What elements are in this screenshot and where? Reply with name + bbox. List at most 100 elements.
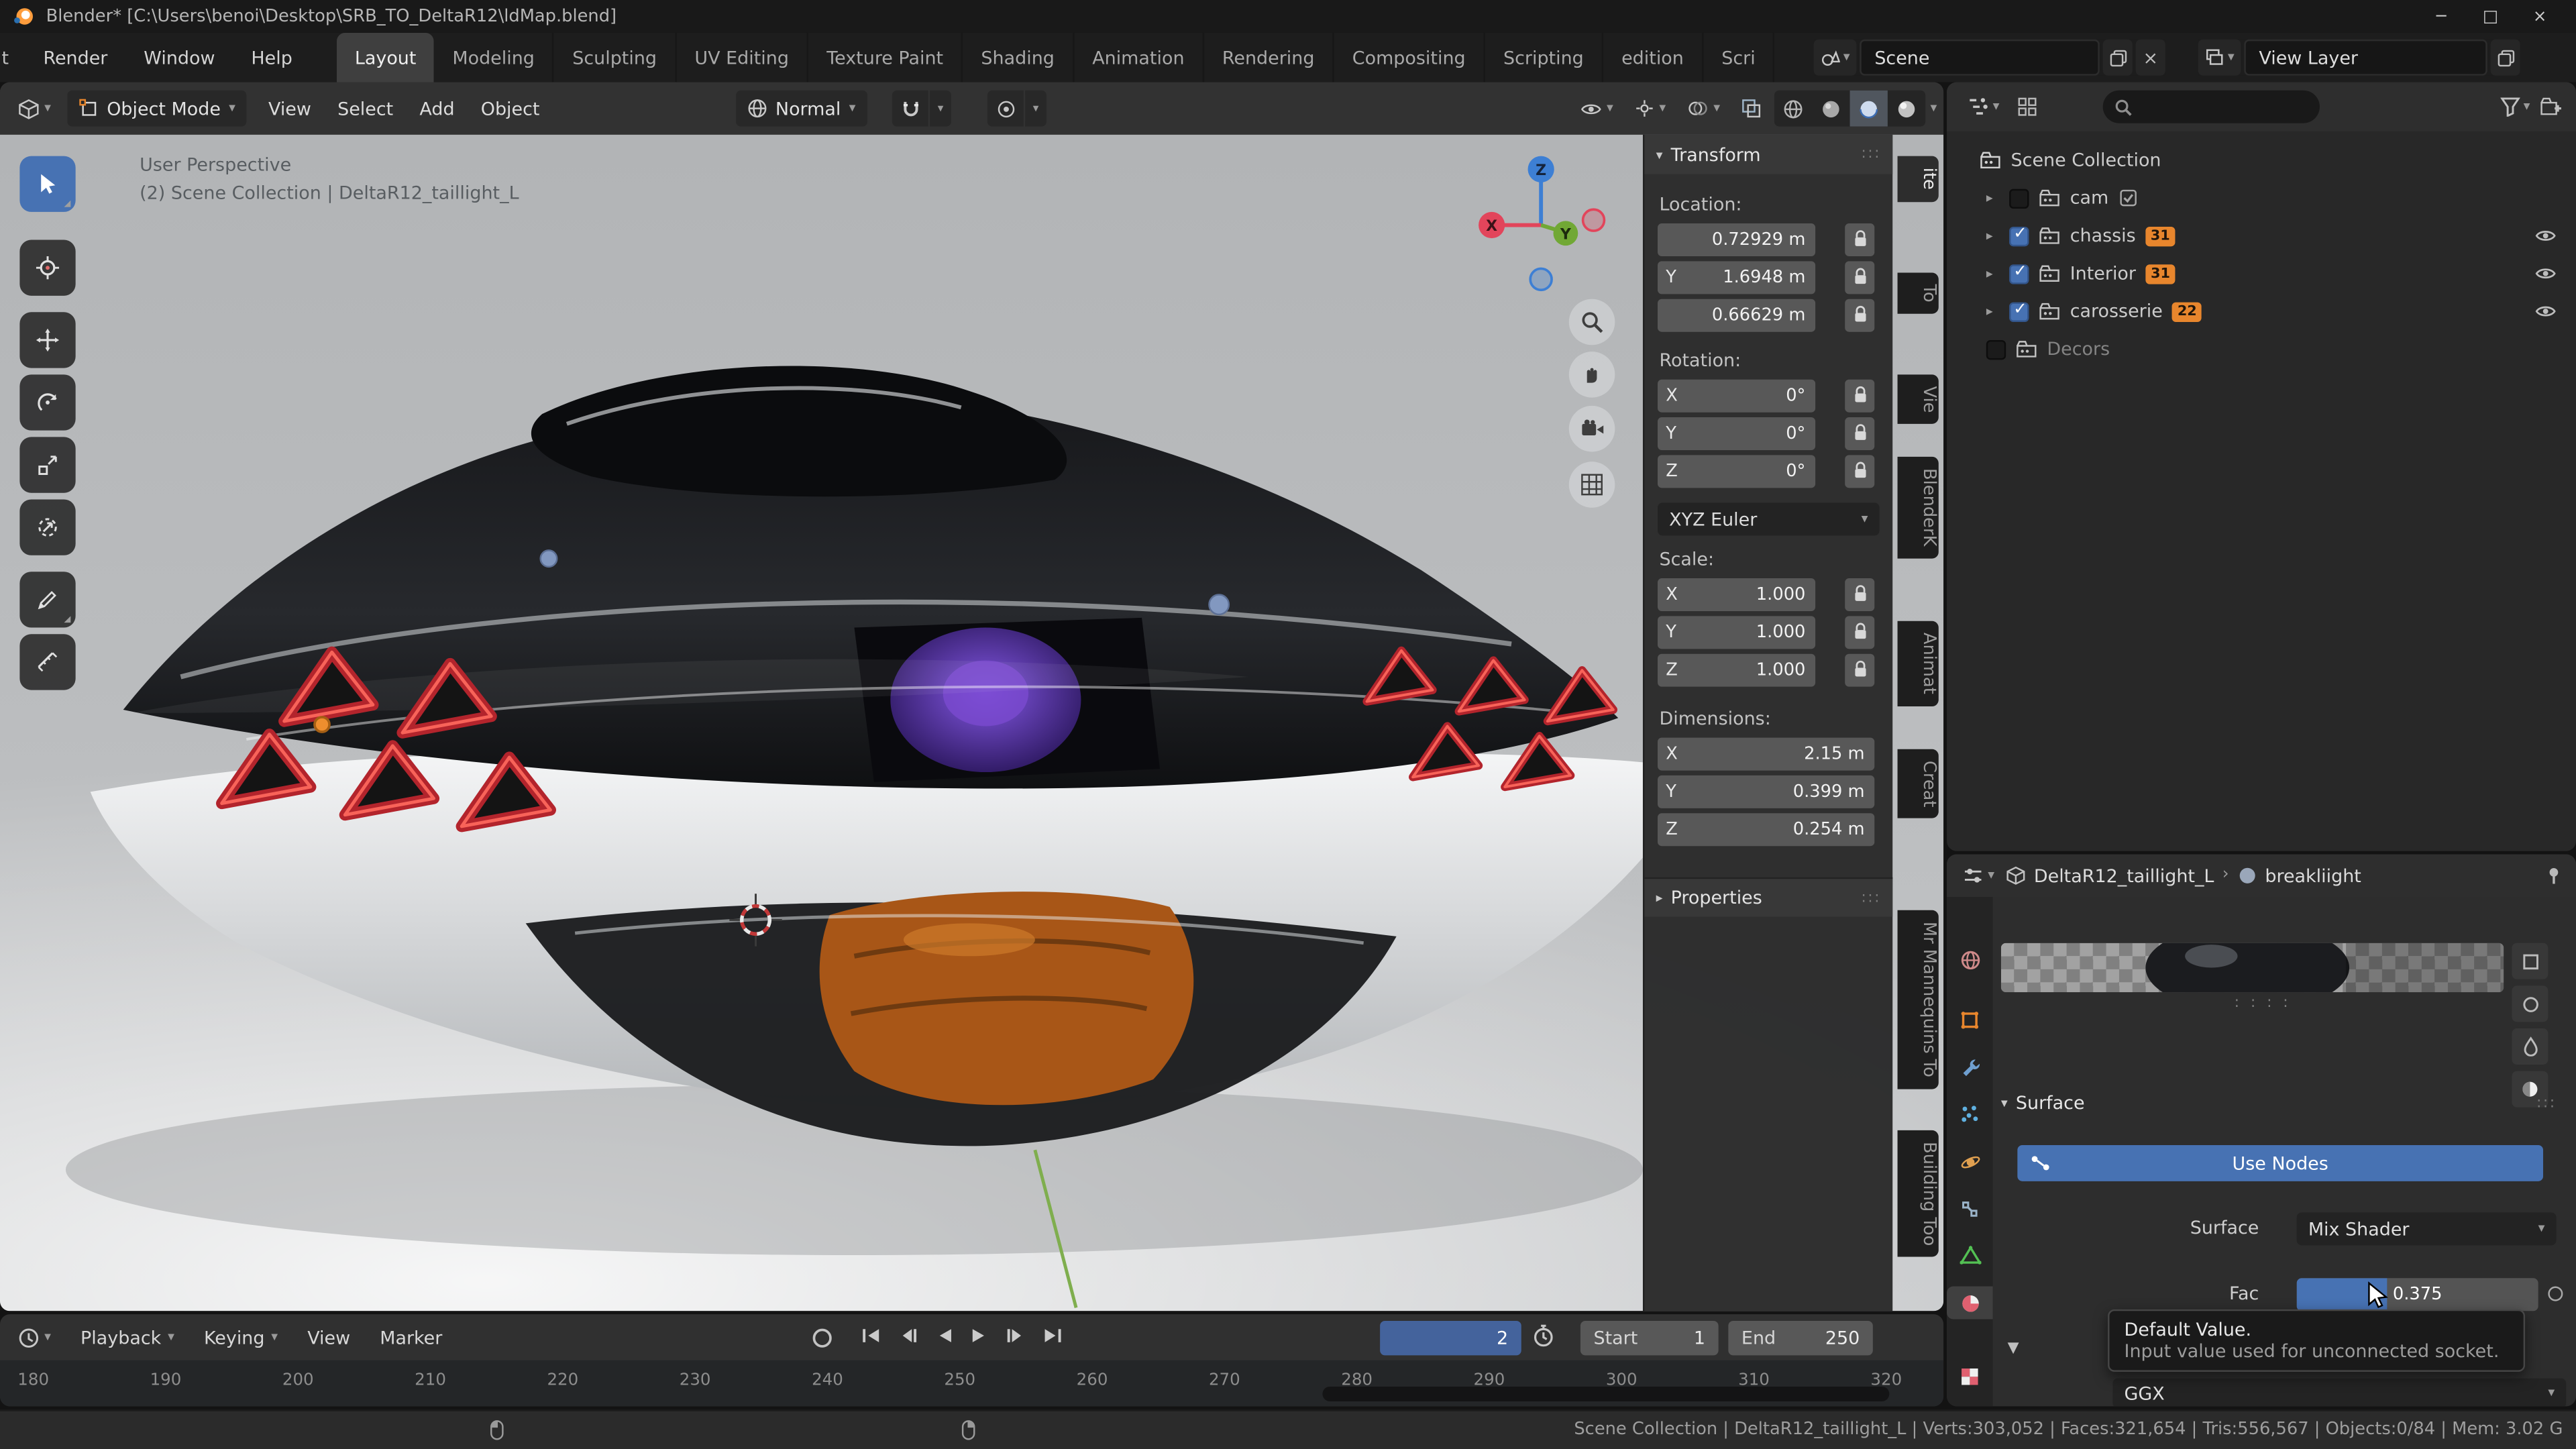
outliner-search[interactable] [2103,91,2320,123]
jump-to-start-button[interactable] [861,1328,880,1344]
dimension-value-field[interactable]: X2.15 m [1658,737,1874,769]
scale-value-field[interactable]: Z1.000 [1658,653,1815,686]
eye-icon[interactable] [2535,304,2557,319]
prev-keyframe-button[interactable] [899,1328,918,1344]
new-collection-button[interactable] [2540,97,2563,116]
collection-name[interactable]: chassis [2070,225,2136,247]
jump-to-end-button[interactable] [1043,1328,1063,1344]
panel-grip[interactable]: ::: [2536,1095,2557,1112]
rotation-mode-dropdown[interactable]: XYZ Euler▾ [1658,502,1880,535]
preview-flat-button[interactable] [2512,943,2548,979]
sidebar-tab[interactable]: ite [1898,156,1939,201]
pin-icon[interactable] [2544,866,2563,885]
scene-browse-button[interactable]: ▾ [1814,40,1857,76]
mode-dropdown[interactable]: Object Mode ▾ [67,91,247,127]
location-value-field[interactable]: Y1.6948 m [1658,260,1815,293]
pan-hand-button[interactable] [1569,352,1615,398]
viewlayer-name-field[interactable]: View Layer [2244,40,2487,76]
tab-object[interactable] [1950,1004,1990,1038]
eye-icon[interactable] [2535,228,2557,243]
current-frame-field[interactable]: 2 [1380,1321,1521,1355]
timeline-scrollbar[interactable] [1322,1387,1889,1401]
collection-checkbox[interactable] [2009,264,2029,283]
search-input[interactable] [2141,96,2305,117]
menu-item[interactable]: Playback▾ [66,1327,189,1348]
solid-shading-button[interactable] [1812,91,1849,127]
panel-grip[interactable]: ::: [1861,890,1881,906]
workspace-tab[interactable]: Scripting [1485,33,1603,82]
preview-sphere-button[interactable] [2512,985,2548,1022]
dimension-value-field[interactable]: Y0.399 m [1658,775,1874,808]
outliner-row[interactable]: ▸ Interior 31 [1947,255,2576,292]
editor-type-button[interactable]: ▾ [1960,857,1998,894]
lock-icon[interactable] [1845,260,1874,293]
next-keyframe-button[interactable] [1006,1328,1025,1344]
outliner-row[interactable]: ▸ chassis 31 [1947,217,2576,254]
scale-value-field[interactable]: X1.000 [1658,578,1815,610]
collection-checkbox[interactable] [1986,339,2006,359]
expand-icon[interactable]: ▸ [1986,304,2000,319]
outliner-row[interactable]: ▸ Decors [1947,330,2576,368]
tab-material[interactable] [1947,1286,1993,1320]
overlays-button[interactable]: ▾ [1679,91,1729,127]
wireframe-shading-button[interactable] [1774,91,1812,127]
rotation-value-field[interactable]: Y0° [1658,417,1815,449]
expand-icon[interactable]: ▸ [1986,191,2000,205]
breadcrumb-object[interactable]: DeltaR12_taillight_L [2034,865,2214,886]
tab-modifiers[interactable] [1950,1051,1990,1085]
surface-shader-dropdown[interactable]: Mix Shader▾ [2297,1212,2557,1245]
navigation-gizmo[interactable]: Z X Y [1467,151,1615,299]
object-visibility-button[interactable]: ▾ [1572,91,1622,127]
workspace-tab[interactable]: Animation [1074,33,1204,82]
move-tool[interactable] [19,312,75,368]
workspace-tab[interactable]: edition [1603,33,1703,82]
collection-name[interactable]: Scene Collection [2011,150,2161,171]
zoom-button[interactable] [1569,299,1615,345]
collection-name[interactable]: Decors [2047,338,2110,360]
workspace-tab[interactable]: Rendering [1204,33,1334,82]
gizmos-button[interactable]: ▾ [1626,91,1674,127]
sidebar-tab[interactable]: Animat [1898,621,1939,706]
lock-icon[interactable] [1845,378,1874,411]
menu-item[interactable]: Select [325,98,407,119]
display-mode-icon[interactable] [2017,97,2037,116]
workspace-tab[interactable]: Layout [337,33,434,82]
select-box-tool[interactable] [19,156,75,212]
scene-collection-row[interactable]: Scene Collection [1947,142,2576,179]
measure-tool[interactable] [19,634,75,690]
transform-orientation-dropdown[interactable]: Normal ▾ [736,91,867,127]
filter-button[interactable]: ▾ [2500,97,2530,116]
editor-type-button[interactable]: ▾ [1960,89,2008,125]
xray-toggle[interactable] [1733,91,1770,127]
collection-name[interactable]: cam [2070,187,2109,209]
new-scene-button[interactable] [2103,40,2133,76]
menu-item[interactable]: View [255,98,324,119]
surface-panel-header[interactable]: ▾ Surface [2001,1093,2085,1114]
workspace-tab[interactable]: Texture Paint [808,33,963,82]
dimension-value-field[interactable]: Z0.254 m [1658,812,1874,845]
fac-slider[interactable]: 0.375 [2297,1278,2538,1311]
preview-resize-grip[interactable]: : : : : [2235,996,2292,1012]
eye-icon[interactable] [2535,266,2557,281]
workspace-tab[interactable]: UV Editing [676,33,808,82]
collection-checkbox[interactable] [2009,188,2029,207]
menu-item[interactable]: Window [125,47,233,68]
sidebar-tab[interactable]: To [1898,273,1939,314]
tab-world[interactable] [1950,943,1990,977]
scale-value-field[interactable]: Y1.000 [1658,615,1815,648]
lock-icon[interactable] [1845,223,1874,256]
new-viewlayer-button[interactable] [2491,40,2520,76]
camera-view-button[interactable] [1569,406,1615,452]
sidebar-tab[interactable]: Creat [1898,749,1939,819]
workspace-tab[interactable]: Sculpting [554,33,676,82]
workspace-tab[interactable]: Shading [963,33,1074,82]
section-expand-icon[interactable]: ▼ [2008,1340,2019,1356]
material-preview-button[interactable] [1850,91,1888,127]
sidebar-tab[interactable]: Building Too [1898,1130,1939,1258]
tab-texture[interactable] [1950,1359,1990,1393]
editor-type-button[interactable]: ▾ [10,1320,60,1356]
menu-item[interactable]: Help [233,47,310,68]
workspace-tab[interactable]: Scri [1703,33,1775,82]
location-value-field[interactable]: 0.72929 m [1658,223,1815,256]
rotation-value-field[interactable]: X0° [1658,378,1815,411]
